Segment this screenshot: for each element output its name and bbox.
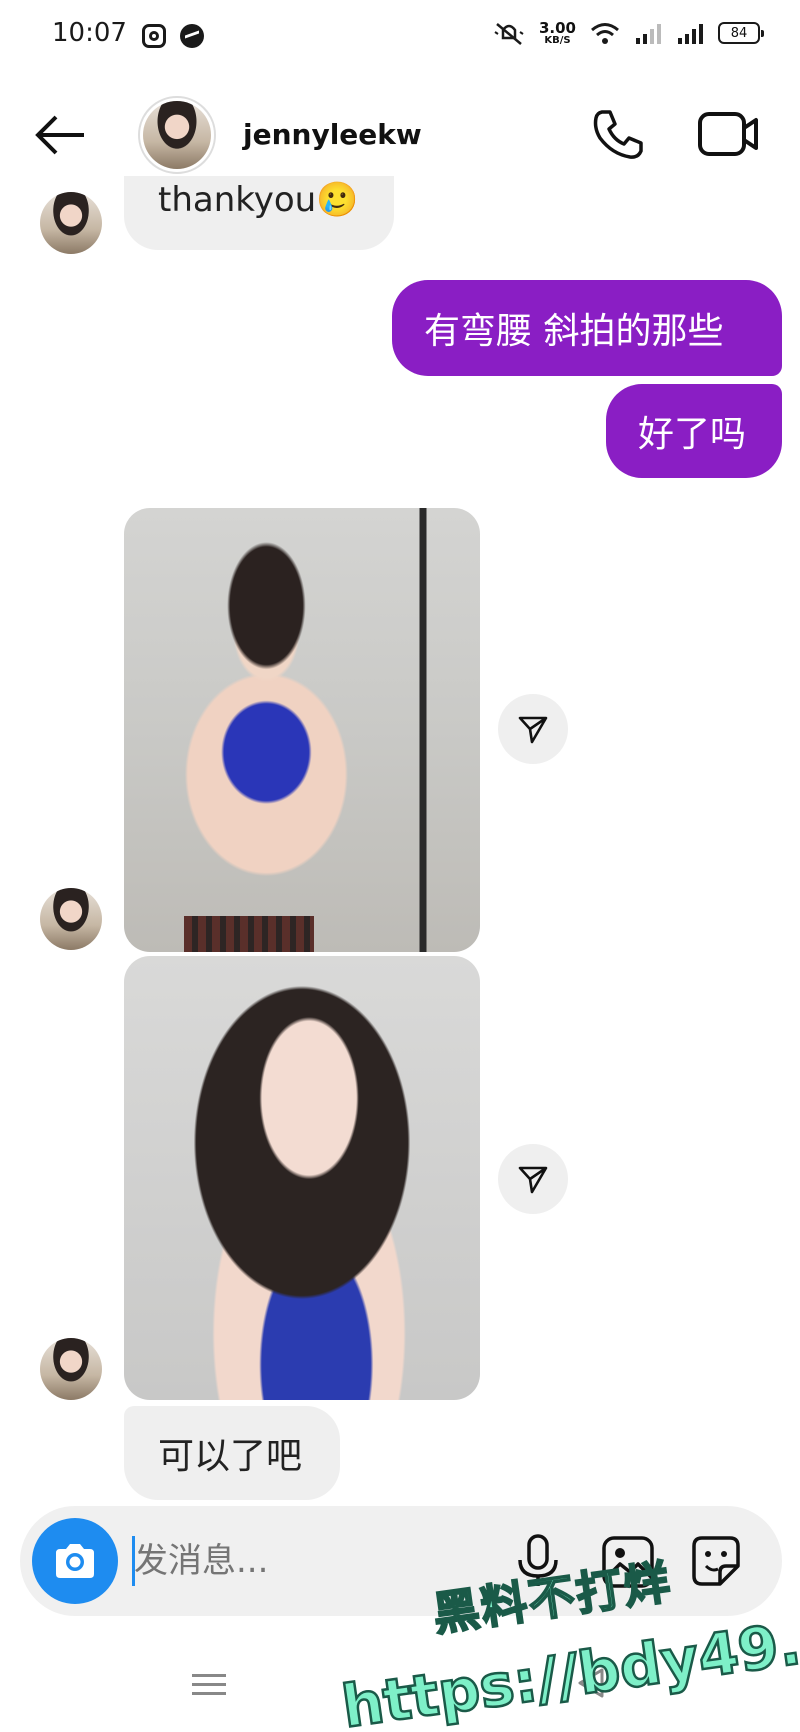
network-speed-unit: KB/S (544, 34, 571, 46)
share-button[interactable] (498, 694, 568, 764)
camera-icon (56, 1544, 94, 1578)
video-camera-icon[interactable] (696, 104, 760, 164)
battery-icon: 84 (718, 22, 764, 44)
network-speed-value: 3.00 (538, 18, 576, 37)
share-send-icon (518, 716, 548, 744)
messenger-notification-icon (180, 24, 204, 48)
mute-vibrate-icon (494, 23, 524, 45)
photo-message[interactable] (124, 508, 480, 952)
network-speed: 3.00 KB/S (538, 18, 576, 46)
status-bar: 10:07 3.00 KB/S 84 (0, 0, 800, 72)
message-bubble-incoming[interactable]: thankyou🥲 (124, 176, 394, 250)
photo-message[interactable] (124, 956, 480, 1400)
message-text: 可以了吧 (158, 1436, 303, 1477)
header-avatar[interactable] (138, 96, 216, 174)
sender-avatar[interactable] (40, 1338, 102, 1400)
chat-username[interactable]: jennyleekw (243, 118, 422, 151)
message-text: thankyou🥲 (158, 180, 359, 220)
instagram-notification-icon (142, 24, 166, 48)
share-send-icon (518, 1166, 548, 1194)
sender-avatar[interactable] (40, 888, 102, 950)
status-time: 10:07 (52, 18, 127, 48)
message-text: 有弯腰 斜拍的那些 (424, 311, 724, 352)
wifi-icon (591, 23, 619, 44)
share-button[interactable] (498, 1144, 568, 1214)
sender-avatar[interactable] (40, 192, 102, 254)
message-bubble-outgoing[interactable]: 好了吗 (606, 384, 782, 478)
battery-level: 84 (730, 25, 748, 41)
message-bubble-outgoing[interactable]: 有弯腰 斜拍的那些 (392, 280, 782, 376)
back-arrow-icon[interactable] (30, 110, 90, 160)
menu-icon[interactable] (192, 1668, 226, 1702)
signal-icon-2 (678, 24, 703, 44)
phone-icon[interactable] (588, 104, 648, 164)
chat-header: jennyleekw (0, 80, 800, 190)
message-bubble-incoming[interactable]: 可以了吧 (124, 1406, 340, 1500)
camera-button[interactable] (32, 1518, 118, 1604)
message-text: 好了吗 (638, 414, 747, 455)
signal-icon-1 (636, 24, 661, 44)
status-indicators: 3.00 KB/S 84 (493, 18, 764, 46)
sticker-icon[interactable] (688, 1532, 744, 1590)
